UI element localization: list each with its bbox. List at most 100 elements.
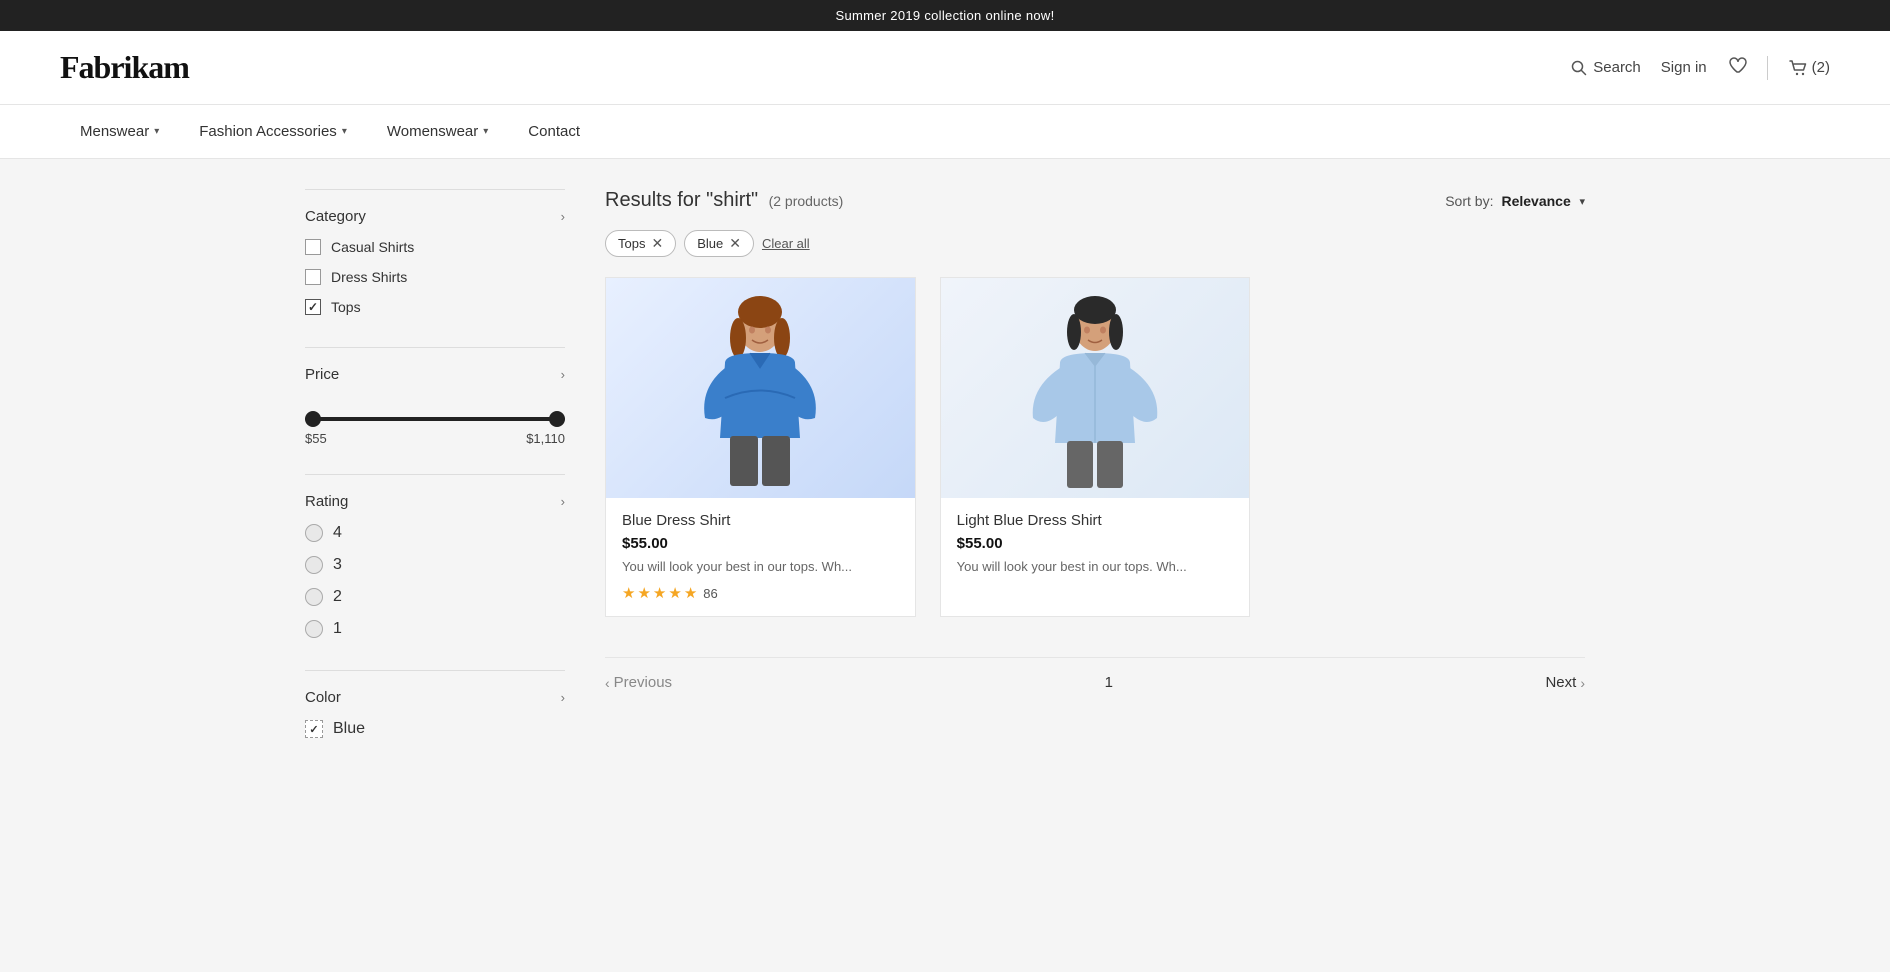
product-desc-2: You will look your best in our tops. Wh.…	[957, 558, 1234, 576]
sort-label: Sort by:	[1445, 193, 1493, 209]
price-section: Price › $55 $1,110	[305, 347, 565, 474]
rating-header[interactable]: Rating ›	[305, 493, 565, 510]
next-button[interactable]: Next ›	[1545, 674, 1585, 691]
sort-select[interactable]: Relevance	[1501, 193, 1571, 209]
product-price-2: $55.00	[957, 535, 1234, 552]
price-max: $1,110	[526, 431, 565, 446]
remove-tops-filter-icon[interactable]: ✕	[651, 235, 663, 252]
rating-option-4[interactable]: 4	[305, 524, 565, 542]
filter-tag-blue-label: Blue	[697, 236, 723, 251]
person-silhouette-blue-shirt	[670, 288, 850, 488]
rating-option-3[interactable]: 3	[305, 556, 565, 574]
price-slider-track[interactable]	[305, 417, 565, 421]
nav-label-menswear: Menswear	[80, 123, 149, 140]
category-option-casual-shirts[interactable]: Casual Shirts	[305, 239, 565, 255]
category-option-tops[interactable]: Tops	[305, 299, 565, 315]
blue-label: Blue	[333, 720, 365, 738]
color-label: Color	[305, 689, 341, 706]
rating-3-label: 3	[333, 556, 342, 574]
price-slider-left-thumb[interactable]	[305, 411, 321, 427]
rating-option-1[interactable]: 1	[305, 620, 565, 638]
tops-label: Tops	[331, 299, 361, 315]
page-number: 1	[1105, 674, 1113, 691]
cart-count: (2)	[1812, 59, 1830, 76]
chevron-down-icon: ▾	[342, 126, 347, 137]
results-header: Results for "shirt" (2 products) Sort by…	[605, 189, 1585, 212]
product-info-2: Light Blue Dress Shirt $55.00 You will l…	[941, 498, 1250, 598]
wishlist-button[interactable]	[1727, 55, 1747, 80]
search-icon	[1571, 60, 1587, 76]
nav-item-womenswear[interactable]: Womenswear ▾	[367, 105, 508, 158]
dress-shirts-label: Dress Shirts	[331, 269, 407, 285]
chevron-right-icon: ›	[561, 367, 565, 382]
casual-shirts-label: Casual Shirts	[331, 239, 414, 255]
remove-blue-filter-icon[interactable]: ✕	[729, 235, 741, 252]
chevron-left-icon: ‹	[605, 675, 610, 691]
rating-option-2[interactable]: 2	[305, 588, 565, 606]
category-option-dress-shirts[interactable]: Dress Shirts	[305, 269, 565, 285]
header: Fabrikam Search Sign in (2)	[0, 31, 1890, 105]
previous-button[interactable]: ‹ Previous	[605, 674, 672, 691]
review-count-1: 86	[703, 586, 717, 601]
product-card-1[interactable]: Blue Dress Shirt $55.00 You will look yo…	[605, 277, 916, 617]
main-content: Results for "shirt" (2 products) Sort by…	[605, 189, 1585, 756]
chevron-right-icon: ›	[561, 209, 565, 224]
dress-shirts-checkbox[interactable]	[305, 269, 321, 285]
star-4: ★	[668, 584, 681, 602]
product-image-container-2	[941, 278, 1250, 498]
star-half: ★	[684, 584, 697, 602]
chevron-down-icon: ▾	[483, 126, 488, 137]
chevron-right-icon: ›	[1580, 675, 1585, 691]
price-labels: $55 $1,110	[305, 431, 565, 446]
tops-checkbox[interactable]	[305, 299, 321, 315]
header-right: Search Sign in (2)	[1571, 55, 1830, 80]
product-image-lightblue	[941, 278, 1250, 498]
casual-shirts-checkbox[interactable]	[305, 239, 321, 255]
price-slider-right-thumb[interactable]	[549, 411, 565, 427]
rating-section: Rating › 4 3 2 1	[305, 474, 565, 670]
chevron-down-icon: ▾	[154, 126, 159, 137]
search-label: Search	[1593, 59, 1641, 76]
rating-3-radio[interactable]	[305, 556, 323, 574]
filter-tag-blue[interactable]: Blue ✕	[684, 230, 754, 257]
category-label: Category	[305, 208, 366, 225]
nav-label-contact: Contact	[528, 123, 580, 140]
next-label: Next	[1545, 674, 1576, 691]
banner-text: Summer 2019 collection online now!	[835, 8, 1054, 23]
cart-icon	[1788, 58, 1808, 78]
rating-2-radio[interactable]	[305, 588, 323, 606]
cart-button[interactable]: (2)	[1788, 58, 1830, 78]
chevron-right-icon: ›	[561, 494, 565, 509]
header-divider	[1767, 56, 1768, 80]
product-info-1: Blue Dress Shirt $55.00 You will look yo…	[606, 498, 915, 616]
blue-checkbox[interactable]	[305, 720, 323, 738]
product-image-container-1	[606, 278, 915, 498]
previous-label: Previous	[614, 674, 672, 691]
signin-button[interactable]: Sign in	[1661, 59, 1707, 76]
category-section: Category › Casual Shirts Dress Shirts To…	[305, 189, 565, 347]
rating-1-radio[interactable]	[305, 620, 323, 638]
nav-item-fashion-accessories[interactable]: Fashion Accessories ▾	[179, 105, 367, 158]
stars-container-1: ★ ★ ★ ★ ★ 86	[622, 584, 899, 602]
filter-tag-tops[interactable]: Tops ✕	[605, 230, 676, 257]
price-header[interactable]: Price ›	[305, 366, 565, 383]
nav-item-menswear[interactable]: Menswear ▾	[60, 105, 179, 158]
rating-label: Rating	[305, 493, 348, 510]
results-title: Results for "shirt"	[605, 189, 758, 211]
color-header[interactable]: Color ›	[305, 689, 565, 706]
nav-item-contact[interactable]: Contact	[508, 105, 600, 158]
category-header[interactable]: Category ›	[305, 208, 565, 225]
logo[interactable]: Fabrikam	[60, 49, 189, 86]
search-button[interactable]: Search	[1571, 59, 1641, 76]
clear-all-button[interactable]: Clear all	[762, 236, 810, 251]
product-card-2[interactable]: Light Blue Dress Shirt $55.00 You will l…	[940, 277, 1251, 617]
product-name-1: Blue Dress Shirt	[622, 512, 899, 529]
person-silhouette-light-blue-shirt	[1005, 288, 1185, 488]
color-option-blue[interactable]: Blue	[305, 720, 565, 738]
sort-container: Sort by: Relevance ▾	[1445, 193, 1585, 209]
rating-4-radio[interactable]	[305, 524, 323, 542]
price-range: $55 $1,110	[305, 397, 565, 456]
star-3: ★	[653, 584, 666, 602]
nav-label-womenswear: Womenswear	[387, 123, 478, 140]
main-layout: Category › Casual Shirts Dress Shirts To…	[245, 159, 1645, 786]
